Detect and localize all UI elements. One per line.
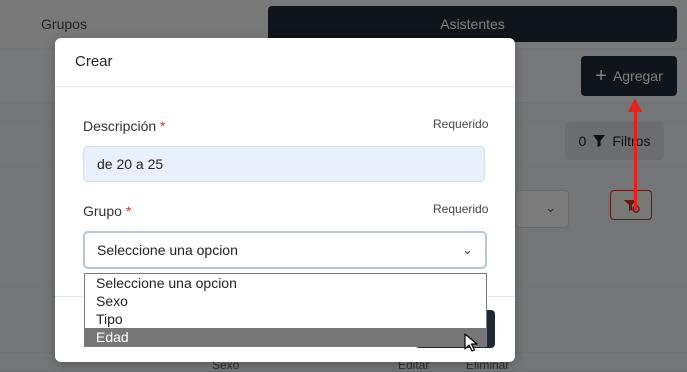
annotation-arrow-head xyxy=(628,98,642,112)
descripcion-label: Descripción * xyxy=(83,118,165,134)
annotation-arrow-shaft xyxy=(634,110,637,210)
grupo-label: Grupo * xyxy=(83,203,131,219)
descripcion-value: de 20 a 25 xyxy=(97,156,164,172)
dropdown-option[interactable]: Seleccione una opcion xyxy=(85,274,486,292)
grupo-dropdown-list: Seleccione una opcion Sexo Tipo Edad xyxy=(84,273,487,347)
grupo-required-text: Requerido xyxy=(433,202,489,216)
descripcion-input[interactable]: de 20 a 25 xyxy=(83,146,485,182)
required-star: * xyxy=(160,118,166,134)
grupo-label-text: Grupo xyxy=(83,203,122,219)
dropdown-option-highlighted[interactable]: Edad xyxy=(85,328,486,346)
descripcion-required-text: Requerido xyxy=(433,117,489,131)
required-star: * xyxy=(125,203,132,219)
dropdown-option[interactable]: Sexo xyxy=(85,292,486,310)
grupo-select-value: Seleccione una opcion xyxy=(97,242,238,258)
descripcion-label-text: Descripción xyxy=(83,118,157,134)
dropdown-option[interactable]: Tipo xyxy=(85,310,486,328)
grupo-select[interactable]: Seleccione una opcion ⌄ xyxy=(83,231,487,269)
mouse-pointer-icon xyxy=(464,333,478,352)
modal-header: Crear xyxy=(55,38,515,87)
modal-title: Crear xyxy=(75,53,113,70)
chevron-down-icon: ⌄ xyxy=(462,242,473,257)
